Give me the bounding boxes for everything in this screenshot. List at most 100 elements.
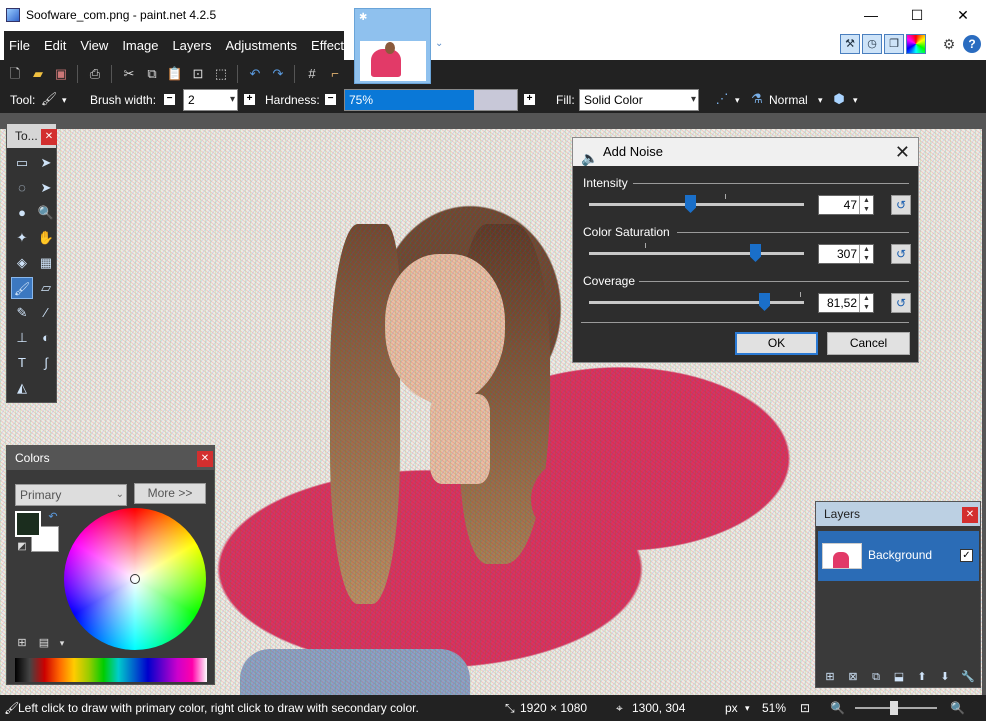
reset-colors-icon[interactable]: ◩ — [13, 538, 31, 556]
image-tab-thumbnail[interactable]: ✱ — [354, 8, 431, 84]
coverage-slider-track[interactable] — [589, 301, 804, 304]
menu-file[interactable]: File — [9, 38, 30, 53]
coverage-spinner[interactable]: ▲ ▼ — [859, 294, 873, 312]
minimize-button[interactable]: — — [848, 0, 894, 31]
intensity-slider-track[interactable] — [589, 203, 804, 206]
tab-list-chevron-icon[interactable]: ⌄ — [435, 38, 443, 49]
blend-mode-chevron-icon[interactable]: ▾ — [818, 95, 823, 106]
undo-icon[interactable]: ↶ — [246, 65, 264, 83]
layer-visibility-checkbox[interactable]: ✓ — [960, 549, 973, 562]
fill-select[interactable]: Solid Color ▾ — [579, 89, 699, 111]
text-tool-icon[interactable]: T — [11, 352, 33, 374]
gradient-tool-icon[interactable]: ▦ — [35, 252, 57, 274]
color-saturation-reset-icon[interactable]: ↺ — [891, 244, 911, 264]
zoom-out-icon[interactable]: 🔍 — [830, 701, 845, 715]
copy-icon[interactable]: ⧉ — [143, 65, 161, 83]
intensity-spinner[interactable]: ▲ ▼ — [859, 196, 873, 214]
color-palette[interactable] — [15, 658, 207, 682]
recolor-tool-icon[interactable]: ◐ — [35, 327, 57, 349]
intensity-slider-thumb[interactable] — [685, 195, 696, 213]
coverage-slider-thumb[interactable] — [759, 293, 770, 311]
redo-icon[interactable]: ↷ — [269, 65, 287, 83]
palette-chevron-icon[interactable]: ▾ — [53, 634, 71, 652]
colors-window-toggle-icon[interactable] — [906, 34, 926, 54]
crop-icon[interactable]: ⊡ — [189, 65, 207, 83]
zoom-to-window-icon[interactable]: ⊡ — [800, 701, 810, 715]
color-saturation-input[interactable]: 307 ▲ ▼ — [818, 244, 874, 264]
layer-row[interactable]: Background ✓ — [818, 531, 979, 581]
ellipse-select-tool-icon[interactable]: ● — [11, 202, 33, 224]
move-selection-tool-icon[interactable]: ➤ — [35, 152, 57, 174]
intensity-reset-icon[interactable]: ↺ — [891, 195, 911, 215]
merge-layer-icon[interactable]: ⬓ — [891, 669, 907, 685]
coverage-input[interactable]: 81,52 ▲ ▼ — [818, 293, 874, 313]
more-colors-button[interactable]: More >> — [134, 483, 206, 504]
move-layer-up-icon[interactable]: ⬆ — [914, 669, 930, 685]
zoom-tool-icon[interactable]: 🔍 — [35, 202, 57, 224]
zoom-in-icon[interactable]: 🔍 — [950, 701, 965, 715]
blend-mode-value[interactable]: Normal — [769, 93, 808, 107]
paint-bucket-tool-icon[interactable]: ◈ — [11, 252, 33, 274]
open-file-icon[interactable]: ▰ — [29, 65, 47, 83]
antialiasing-chevron-icon[interactable]: ▾ — [735, 95, 740, 106]
menu-edit[interactable]: Edit — [44, 38, 66, 53]
add-layer-icon[interactable]: ⊞ — [822, 669, 838, 685]
menu-image[interactable]: Image — [122, 38, 158, 53]
magic-wand-tool-icon[interactable]: ✦ — [11, 227, 33, 249]
rectangle-select-tool-icon[interactable]: ▭ — [11, 152, 33, 174]
tool-chevron-icon[interactable]: ▾ — [62, 95, 67, 106]
cut-icon[interactable]: ✂ — [120, 65, 138, 83]
delete-layer-icon[interactable]: ⊠ — [845, 669, 861, 685]
brush-width-decrease-button[interactable]: − — [164, 94, 175, 105]
color-picker-tool-icon[interactable]: ⁄ — [35, 302, 57, 324]
grid-icon[interactable]: # — [303, 65, 321, 83]
tools-close-icon[interactable]: ✕ — [41, 129, 57, 145]
alpha-blending-icon[interactable]: ⬢ — [830, 90, 848, 108]
antialiasing-icon[interactable]: ⋰ — [713, 90, 731, 108]
color-mode-select[interactable]: Primary ⌄ — [15, 484, 127, 506]
settings-gear-icon[interactable]: ⚙ — [940, 35, 958, 53]
paintbrush-icon[interactable]: 🖌 — [40, 90, 58, 108]
menu-layers[interactable]: Layers — [172, 38, 211, 53]
color-saturation-slider-track[interactable] — [589, 252, 804, 255]
history-window-toggle-icon[interactable]: ◷ — [862, 34, 882, 54]
ruler-icon[interactable]: ⌐ — [326, 65, 344, 83]
brush-width-increase-button[interactable]: + — [244, 94, 255, 105]
brush-width-input[interactable]: 2 ▾ — [183, 89, 238, 111]
line-curve-tool-icon[interactable]: ∫ — [35, 352, 57, 374]
close-window-button[interactable]: ✕ — [940, 0, 986, 31]
shapes-tool-icon[interactable]: ◭ — [11, 377, 33, 399]
colors-close-icon[interactable]: ✕ — [197, 451, 213, 467]
help-icon[interactable]: ? — [963, 35, 981, 53]
deselect-icon[interactable]: ⬚ — [212, 65, 230, 83]
lasso-select-tool-icon[interactable]: ◌ — [11, 177, 33, 199]
color-saturation-spinner[interactable]: ▲ ▼ — [859, 245, 873, 263]
alpha-blending-chevron-icon[interactable]: ▾ — [853, 95, 858, 106]
menu-view[interactable]: View — [80, 38, 108, 53]
dialog-close-icon[interactable]: ✕ — [895, 138, 910, 166]
print-icon[interactable]: ⎙ — [86, 65, 104, 83]
menu-effects[interactable]: Effects — [311, 38, 351, 53]
zoom-value[interactable]: 51% — [762, 701, 786, 715]
palette-menu-icon[interactable]: ▤ — [35, 634, 53, 652]
paste-icon[interactable]: 📋 — [166, 65, 184, 83]
save-icon[interactable]: ▣ — [52, 65, 70, 83]
units-selector[interactable]: px — [725, 701, 738, 715]
move-layer-down-icon[interactable]: ⬇ — [937, 669, 953, 685]
pencil-tool-icon[interactable]: ✎ — [11, 302, 33, 324]
layer-properties-icon[interactable]: 🔧 — [960, 669, 976, 685]
tools-window-toggle-icon[interactable]: ⚒ — [840, 34, 860, 54]
layers-window-toggle-icon[interactable]: ❐ — [884, 34, 904, 54]
add-to-palette-icon[interactable]: ⊞ — [13, 634, 31, 652]
maximize-button[interactable]: ☐ — [894, 0, 940, 31]
eraser-tool-icon[interactable]: ▱ — [35, 277, 57, 299]
paintbrush-tool-icon[interactable]: 🖌 — [11, 277, 33, 299]
units-chevron-icon[interactable]: ▾ — [745, 703, 750, 714]
clone-stamp-tool-icon[interactable]: ⊥ — [11, 327, 33, 349]
hardness-increase-button[interactable]: + — [524, 94, 535, 105]
layers-close-icon[interactable]: ✕ — [962, 507, 978, 523]
cancel-button[interactable]: Cancel — [827, 332, 910, 355]
new-file-icon[interactable]: 🗋 — [6, 65, 24, 83]
ok-button[interactable]: OK — [735, 332, 818, 355]
intensity-input[interactable]: 47 ▲ ▼ — [818, 195, 874, 215]
